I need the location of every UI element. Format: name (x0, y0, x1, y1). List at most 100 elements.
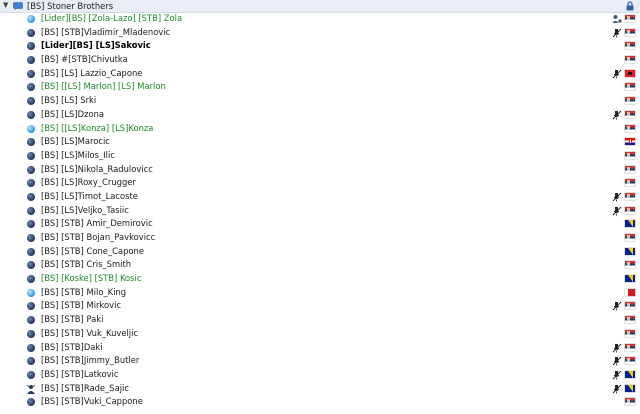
user-nickname: [BS] #[STB]Chivutka (41, 54, 128, 65)
user-row[interactable]: [BS] [[LS] Marlon] [LS] Marlon (0, 80, 640, 94)
user-row[interactable]: [BS] [STB] Cris_Smith (0, 258, 640, 272)
muted-icon (612, 370, 622, 380)
country-flag-icon (625, 124, 635, 132)
user-row[interactable]: [BS] [STB] Mirkovic (0, 299, 640, 313)
country-flag-icon (625, 138, 635, 146)
user-nickname: [BS] [LS]Milos_Ilic (41, 149, 115, 160)
muted-icon (612, 28, 622, 38)
user-row[interactable]: [BS] [LS] Srki (0, 94, 640, 108)
talk-status-idle-icon (27, 151, 35, 160)
user-nickname: [BS] [STB] Milo_King (41, 286, 127, 297)
user-list: [Lider][BS] [Zola-Lazo] [STB] Zola [BS] [… (0, 12, 640, 409)
user-nickname: [BS] [LS]Nikola_Radulovicc (41, 163, 153, 174)
user-row[interactable]: [BS] [LS]Veljko_Tasiic (0, 204, 640, 218)
user-nickname: [BS] [STB]Latkovic (41, 368, 119, 379)
talk-status-idle-icon (27, 56, 35, 65)
user-row[interactable]: [BS] [Koske] [STB] Kosic (0, 272, 640, 286)
user-row[interactable]: [Lider][BS] [LS]Sakovic (0, 39, 640, 53)
user-row[interactable]: [BS] [STB] Cone_Capone (0, 245, 640, 259)
country-flag-icon (625, 15, 635, 22)
country-flag-icon (625, 192, 635, 200)
chevron-down-icon[interactable]: ▼ (3, 1, 8, 9)
country-flag-icon (625, 370, 635, 378)
user-group-icon (612, 15, 622, 23)
user-row[interactable]: [BS] [STB]Latkovic (0, 368, 640, 382)
talk-status-idle-icon (27, 329, 35, 338)
country-flag-icon (625, 165, 635, 173)
talk-status-idle-icon (27, 110, 35, 119)
country-flag-icon (625, 329, 635, 337)
country-flag-icon (625, 234, 635, 241)
muted-icon (612, 110, 622, 120)
talk-status-idle-icon (27, 247, 35, 256)
channel-name: [BS] Stoner Brothers (27, 1, 114, 11)
talk-status-idle-icon (27, 316, 35, 325)
talk-status-idle-icon (27, 165, 35, 174)
user-row[interactable]: [Lider][BS] [Zola-Lazo] [STB] Zola (0, 12, 640, 26)
country-flag-icon (625, 316, 635, 324)
talk-status-active-icon (27, 288, 35, 297)
talk-status-idle-icon (27, 370, 35, 379)
user-nickname: [BS] [LS]Timot_Lacoste (41, 190, 138, 201)
talk-status-idle-icon (27, 275, 35, 284)
user-nickname: [BS] [STB]Daki (41, 341, 103, 352)
country-flag-icon (625, 357, 635, 365)
user-nickname: [BS] [LS] Srki (41, 95, 97, 106)
user-row[interactable]: [BS] [STB]Vuki_Cappone (0, 395, 640, 409)
user-nickname: [BS] [STB] Bojan_Pavkovicc (41, 232, 156, 242)
user-row[interactable]: [BS] [STB] Paki (0, 313, 640, 327)
user-nickname: [BS] [STB]Vladimir_Mladenovic (41, 26, 171, 37)
user-row[interactable]: [BS] [[LS]Konza] [LS]Konza (0, 122, 640, 136)
user-row[interactable]: [BS] [STB]Vladimir_Mladenovic (0, 26, 640, 40)
user-nickname: [BS] [STB]Jimmy_Butler (41, 355, 140, 366)
country-flag-icon (625, 384, 635, 392)
muted-icon (612, 192, 622, 202)
user-nickname: [BS] [STB] Cone_Capone (41, 245, 144, 256)
user-nickname: [BS] [STB]Rade_Sajic (41, 382, 129, 393)
country-flag-icon (625, 247, 635, 255)
talk-status-idle-icon (27, 343, 35, 352)
user-row[interactable]: [BS] [LS]Marocic (0, 135, 640, 149)
country-flag-icon (625, 343, 635, 351)
muted-icon (612, 302, 622, 311)
user-row[interactable]: [BS] [LS]Dzona (0, 108, 640, 122)
user-row[interactable]: [BS] [STB]Daki (0, 341, 640, 355)
country-flag-icon (625, 220, 635, 228)
talk-status-idle-icon (27, 97, 35, 106)
country-flag-icon (625, 288, 635, 296)
talk-status-active-icon (27, 15, 35, 23)
user-nickname: [BS] [STB] Cris_Smith (41, 259, 132, 270)
user-nickname: [BS] [STB] Vuk_Kuveljic (41, 327, 139, 338)
talk-status-idle-icon (27, 28, 35, 37)
country-flag-icon (625, 69, 635, 77)
user-row[interactable]: [BS] [STB] Milo_King (0, 286, 640, 300)
user-nickname: [BS] [STB] Paki (41, 314, 104, 325)
user-nickname: [BS] [STB] Amir_Demirovic (41, 218, 153, 229)
talk-status-idle-icon (27, 83, 35, 92)
user-row[interactable]: [BS] [LS]Roxy_Crugger (0, 176, 640, 190)
talk-status-idle-icon (27, 302, 35, 311)
user-row[interactable]: [BS] [STB] Bojan_Pavkovicc (0, 231, 640, 245)
user-row[interactable]: [BS] [LS]Timot_Lacoste (0, 190, 640, 204)
country-flag-icon (625, 83, 635, 91)
user-row[interactable]: [BS] [LS]Nikola_Radulovicc (0, 163, 640, 177)
country-flag-icon (625, 110, 635, 118)
user-row[interactable]: [BS] #[STB]Chivutka (0, 53, 640, 67)
country-flag-icon (625, 302, 635, 310)
talk-status-idle-icon (27, 179, 35, 188)
user-row[interactable]: [BS] [STB] Amir_Demirovic (0, 217, 640, 231)
country-flag-icon (625, 56, 635, 64)
user-row[interactable]: [BS] [STB] Vuk_Kuveljic (0, 327, 640, 341)
user-nickname: [BS] [LS]Veljko_Tasiic (41, 204, 129, 215)
user-row[interactable]: [BS] [LS] Lazzio_Capone (0, 67, 640, 81)
user-row[interactable]: [BS] [LS]Milos_Ilic (0, 149, 640, 163)
country-flag-icon (625, 261, 635, 269)
muted-icon (612, 343, 622, 352)
muted-icon (612, 384, 622, 394)
user-row[interactable]: [BS] [STB]Rade_Sajic (0, 382, 640, 396)
talk-status-idle-icon (27, 234, 35, 242)
user-row[interactable]: [BS] [STB]Jimmy_Butler (0, 354, 640, 368)
talk-status-idle-icon (27, 192, 35, 201)
muted-icon (612, 356, 622, 366)
user-nickname: [BS] [LS] Lazzio_Capone (41, 67, 143, 78)
